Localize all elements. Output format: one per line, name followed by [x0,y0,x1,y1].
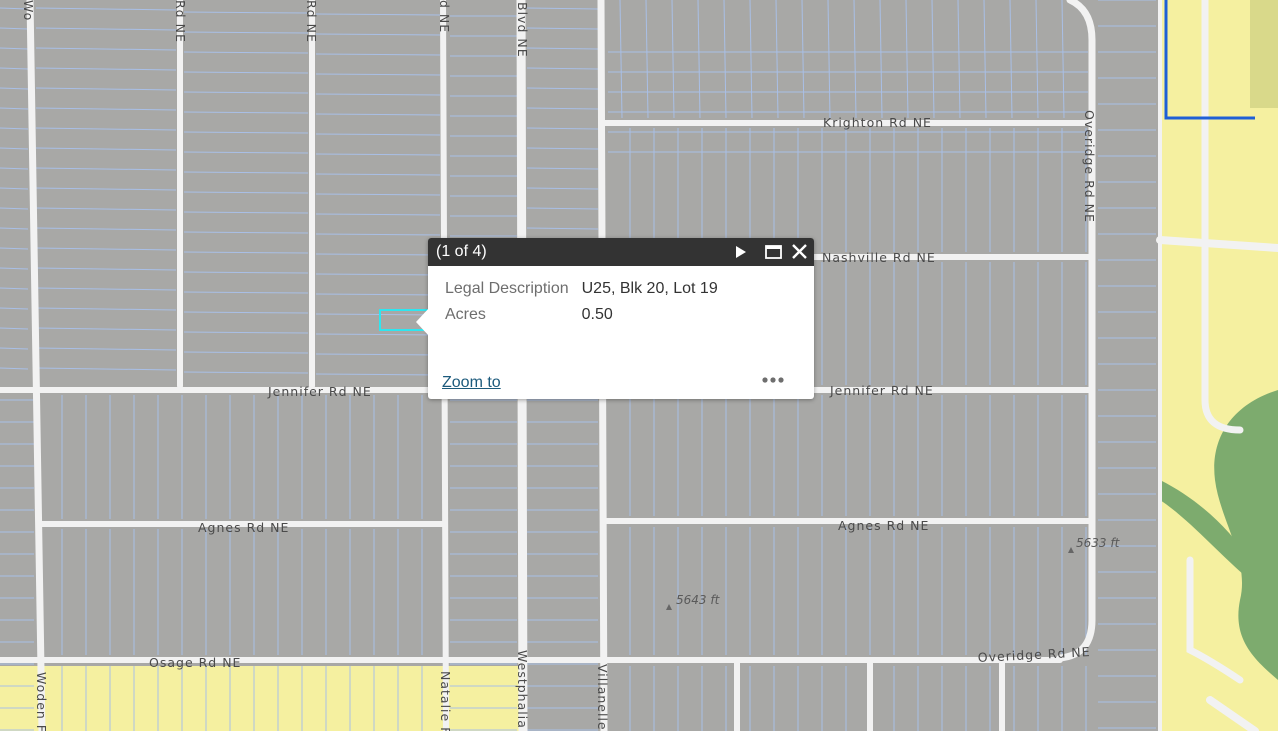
dock-button[interactable] [764,243,784,261]
elevation-label: 5633 ft [1076,536,1121,550]
road-label: Jennifer Rd NE [267,384,372,399]
popup-pointer [416,308,429,336]
popup-title: (1 of 4) [436,243,487,260]
elevation-label: 5643 ft [676,593,721,607]
road-label: Wo [21,0,36,21]
zoom-to-link[interactable]: Zoom to [442,374,501,392]
attribute-value: U25, Blk 20, Lot 19 [581,280,718,297]
road-label: Agnes Rd NE [838,518,929,533]
popup-header: (1 of 4) [428,238,814,266]
next-feature-button[interactable] [730,243,750,261]
attribute-row: Acres 0.50 [442,304,728,330]
road-label: Villanelle [595,664,610,731]
attribute-label: Legal Description [445,280,569,297]
road-label: Jennifer Rd NE [829,383,934,398]
road-label: Westphalia [515,650,530,729]
attribute-label: Acres [445,306,486,323]
road-label: Blvd NE [515,2,530,58]
attribute-table: Legal Description U25, Blk 20, Lot 19 Ac… [442,278,728,330]
ellipsis-icon [760,376,786,393]
road-label: Osage Rd NE [149,655,241,670]
road-label: Rd NE [173,0,188,43]
road-label: Overidge Rd NE [1082,110,1097,223]
road-label: Agnes Rd NE [198,520,289,535]
attribute-value: 0.50 [581,306,613,323]
road-label: Nashville Rd NE [822,250,936,265]
road-label: d NE [437,0,452,33]
road-label: Rd NE [304,0,319,43]
road-label: Natalie F [438,671,453,731]
more-actions-button[interactable] [760,371,786,389]
feature-popup: (1 of 4) Legal Description U25, Blk 20, … [416,238,814,399]
road-label: Woden F [34,672,49,731]
close-button[interactable] [790,243,810,261]
attribute-row: Legal Description U25, Blk 20, Lot 19 [442,278,728,304]
road-label: Krighton Rd NE [823,115,932,130]
